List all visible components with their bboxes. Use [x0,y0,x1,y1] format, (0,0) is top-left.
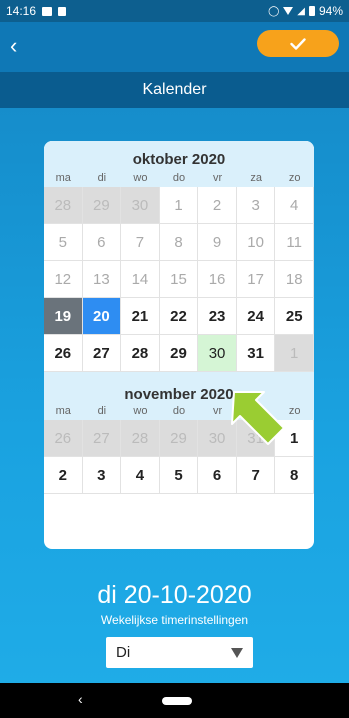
vibrate-icon: ◯ [268,5,280,17]
day-cell[interactable]: 28 [121,335,160,372]
day-cell[interactable]: 7 [121,224,160,261]
weekday-row: ma di wo do vr za zo [44,169,314,187]
month-block: oktober 2020 ma di wo do vr za zo 28 29 30 1 2 3 4 5 6 7 8… [44,141,314,372]
day-cell[interactable]: 12 [44,261,83,298]
status-right: ◯ ◢ 94% [268,4,343,18]
day-cell[interactable]: 11 [275,224,314,261]
timer-settings-label: Wekelijkse timerinstellingen [100,613,249,627]
day-cell[interactable]: 9 [198,224,237,261]
day-cell: 1 [275,335,314,372]
day-cell[interactable]: 21 [121,298,160,335]
day-cell[interactable]: 1 [159,187,199,224]
calendar-scroll[interactable]: oktober 2020 ma di wo do vr za zo 28 29 30 1 2 3 4 5 6 7 8… [44,141,314,549]
day-cell[interactable]: 31 [236,335,276,372]
day-cell: 28 [44,187,83,224]
weekday-row: ma di wo do vr za zo [44,402,314,420]
battery-icon [308,6,315,16]
day-cell[interactable]: 30 [198,335,237,372]
signal-icon: ◢ [297,5,305,17]
weekday-label: wo [133,405,148,417]
calendar-card: oktober 2020 ma di wo do vr za zo 28 29 30 1 2 3 4 5 6 7 8… [44,141,314,549]
day-cell: 29 [159,420,199,457]
status-time: 14:16 [6,4,37,18]
day-select-value: Di [116,644,131,661]
weekday-label: zo [288,172,301,184]
day-cell[interactable]: 5 [44,224,83,261]
app-bar: ‹ [0,22,349,72]
day-cell[interactable]: 23 [198,298,237,335]
day-cell[interactable]: 18 [275,261,314,298]
weekday-label: za [250,172,262,184]
weekday-label: za [250,405,262,417]
day-cell: 31 [236,420,276,457]
weekday-label: vr [212,405,223,417]
day-cell: 26 [44,420,83,457]
day-grid: 26 27 28 29 30 31 1 2 3 4 5 6 7 8 [44,420,314,494]
day-cell[interactable]: 22 [159,298,199,335]
day-cell[interactable]: 16 [198,261,237,298]
weekday-label: do [172,172,186,184]
battery-level: 94% [318,4,343,18]
status-bar: 14:16 ◯ ◢ 94% [0,0,349,22]
day-cell[interactable]: 29 [159,335,199,372]
day-cell[interactable]: 5 [159,457,199,494]
day-cell: 29 [82,187,122,224]
checkmark-icon [290,37,306,50]
dropdown-arrow-icon [231,647,243,658]
day-cell[interactable]: 13 [82,261,122,298]
day-cell[interactable]: 27 [82,335,122,372]
day-cell[interactable]: 19 [44,298,83,335]
confirm-button[interactable] [257,30,339,57]
day-select[interactable]: Di [106,637,253,668]
sim-icon [58,6,67,16]
day-cell[interactable]: 25 [275,298,314,335]
day-grid: 28 29 30 1 2 3 4 5 6 7 8 9 10 11 12 13 14 15 16 17 18 19 20 21 2… [44,187,314,372]
back-chevron-icon[interactable]: ‹ [10,32,34,60]
page-title: Kalender [0,72,349,108]
day-cell[interactable]: 2 [44,457,83,494]
day-cell: 30 [121,187,160,224]
day-cell[interactable]: 26 [44,335,83,372]
weekday-label: di [97,172,107,184]
weekday-label: di [97,405,107,417]
day-cell[interactable]: 17 [236,261,276,298]
day-cell[interactable]: 24 [236,298,276,335]
day-cell[interactable]: 20 [82,298,122,335]
day-cell[interactable]: 2 [198,187,237,224]
month-title: november 2020 [44,372,314,403]
day-cell[interactable]: 7 [236,457,276,494]
day-cell[interactable]: 3 [82,457,122,494]
notification-icon [42,6,53,16]
day-cell: 27 [82,420,122,457]
weekday-label: zo [288,405,301,417]
day-cell[interactable]: 1 [275,420,314,457]
weekday-label: wo [133,172,148,184]
weekday-label: ma [55,172,71,184]
day-cell: 28 [121,420,160,457]
day-cell: 30 [198,420,237,457]
day-cell[interactable]: 15 [159,261,199,298]
nav-home-pill-icon[interactable] [162,697,192,705]
month-block: november 2020 ma di wo do vr za zo 26 27 28 29 30 31 1… [44,372,314,494]
day-cell[interactable]: 14 [121,261,160,298]
wifi-icon [283,7,294,15]
selected-date: di 20-10-2020 [97,581,252,609]
day-cell[interactable]: 8 [159,224,199,261]
day-cell[interactable]: 8 [275,457,314,494]
weekday-label: ma [55,405,71,417]
day-cell[interactable]: 3 [236,187,276,224]
app-screen: 14:16 ◯ ◢ 94% ‹ Kalender oktober 2020 ma d… [0,0,349,718]
weekday-label: do [172,405,186,417]
weekday-label: vr [212,172,223,184]
nav-back-icon[interactable]: ‹ [78,691,83,707]
day-cell[interactable]: 6 [82,224,122,261]
month-title: oktober 2020 [44,141,314,169]
day-cell[interactable]: 10 [236,224,276,261]
system-nav-bar: ‹ [0,683,349,718]
day-cell[interactable]: 6 [198,457,237,494]
day-cell[interactable]: 4 [275,187,314,224]
day-cell[interactable]: 4 [121,457,160,494]
